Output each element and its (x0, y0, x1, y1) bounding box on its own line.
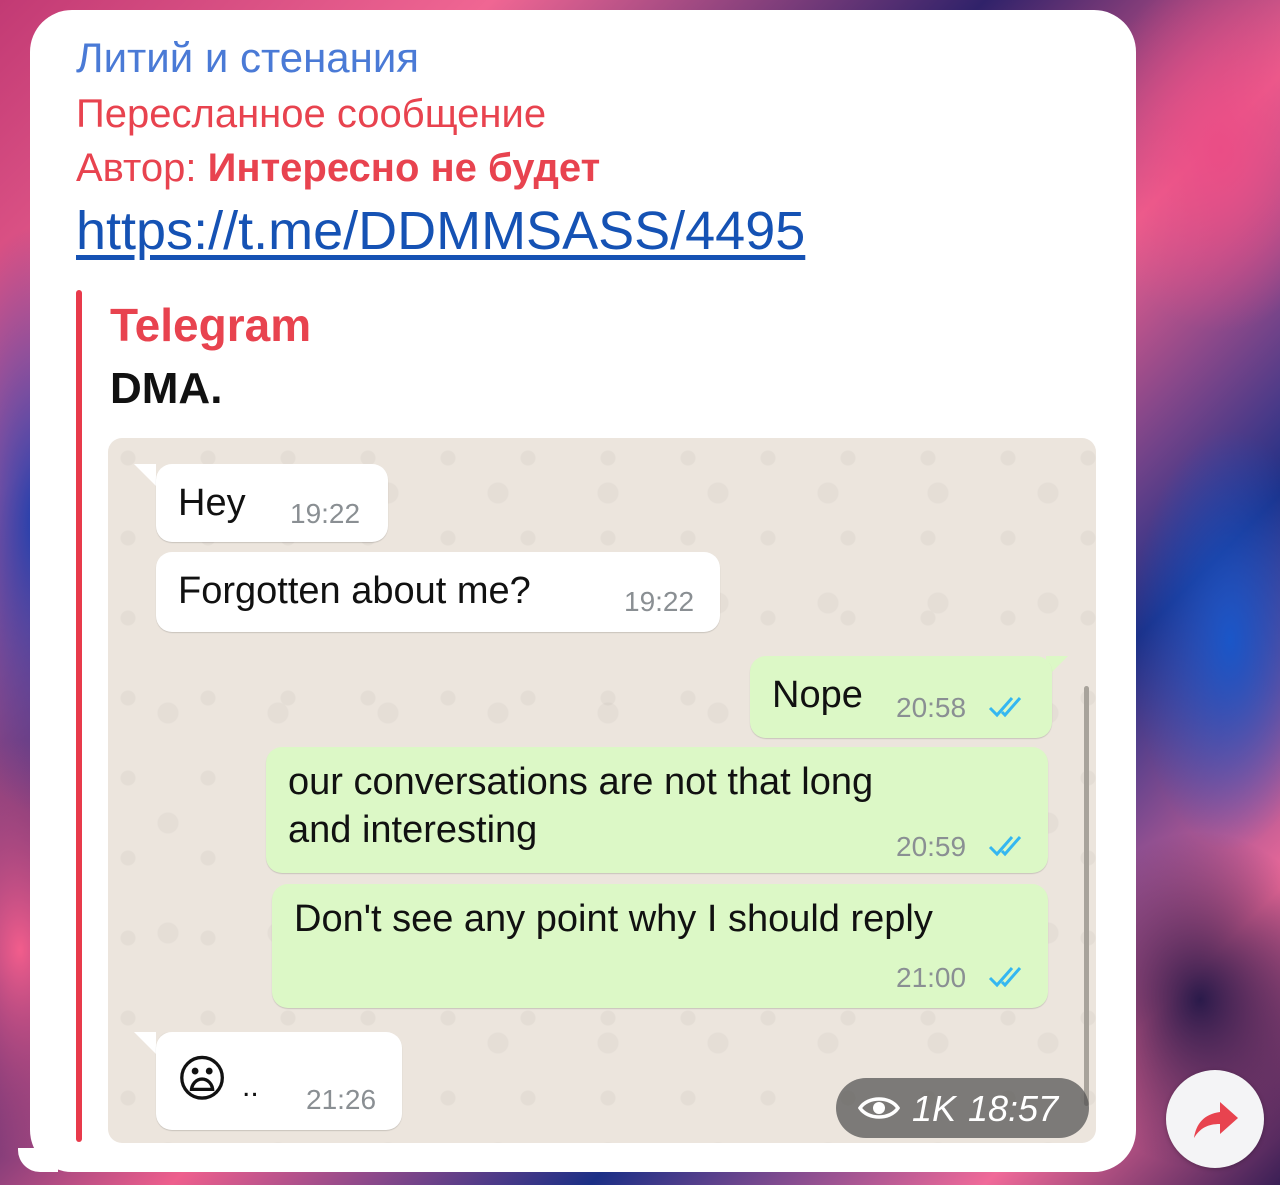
read-ticks-icon (988, 967, 1022, 988)
read-ticks-icon (988, 697, 1022, 718)
bubble-tail (18, 1148, 58, 1172)
chat-message-incoming: Hey 19:22 (156, 464, 388, 542)
message-time: 21:26 (306, 1084, 377, 1115)
message-text-line2: and interesting (288, 809, 538, 851)
chat-message-outgoing: Don't see any point why I should reply 2… (272, 884, 1048, 1008)
post-time: 18:57 (968, 1088, 1059, 1129)
frowning-face-emoji-icon: 😦 (176, 1050, 229, 1108)
forwarded-label: Пересланное сообщение (76, 92, 547, 136)
author-name[interactable]: Интересно не будет (208, 146, 601, 190)
chat-message-incoming: 😦 .. 21:26 (156, 1032, 402, 1130)
author-line[interactable]: Автор: Интересно не будет (76, 146, 600, 191)
message-text: Hey (178, 482, 246, 524)
author-prefix: Автор: (76, 146, 197, 190)
views-count: 1K (912, 1088, 957, 1129)
post-link[interactable]: https://t.me/DDMMSASS/4495 (76, 200, 805, 262)
share-button[interactable] (1166, 1070, 1264, 1168)
chat-message-incoming: Forgotten about me? 19:22 (156, 552, 720, 632)
incoming-tail (134, 1032, 156, 1054)
message-time: 21:00 (896, 962, 967, 993)
message-time: 19:22 (624, 586, 695, 617)
message-text: .. (242, 1070, 259, 1103)
chat-message-outgoing: our conversations are not that long and … (266, 747, 1048, 873)
post-views-badge: 1K 18:57 (836, 1078, 1089, 1138)
message-text: Nope (772, 674, 863, 716)
message-text: Forgotten about me? (178, 570, 531, 612)
share-arrow-icon (1194, 1102, 1238, 1138)
chat-scrollbar (1084, 686, 1089, 1106)
message-text: Don't see any point why I should reply (294, 898, 933, 940)
link-preview-title: DMA. (110, 364, 223, 413)
incoming-tail (134, 464, 156, 486)
link-preview-accent-bar (76, 290, 82, 1142)
message-time: 19:22 (290, 498, 361, 529)
message-time: 20:59 (896, 831, 967, 862)
link-preview-image[interactable]: Hey 19:22 Forgotten about me? 19:22 Nope… (108, 438, 1096, 1143)
channel-name[interactable]: Литий и стенания (76, 34, 419, 82)
chat-message-outgoing: Nope 20:58 (750, 656, 1052, 738)
read-ticks-icon (988, 836, 1022, 857)
eye-icon (858, 1097, 900, 1119)
message-text-line1: our conversations are not that long (288, 761, 874, 803)
link-preview-site-name: Telegram (110, 299, 312, 351)
message-time: 20:58 (896, 692, 967, 723)
